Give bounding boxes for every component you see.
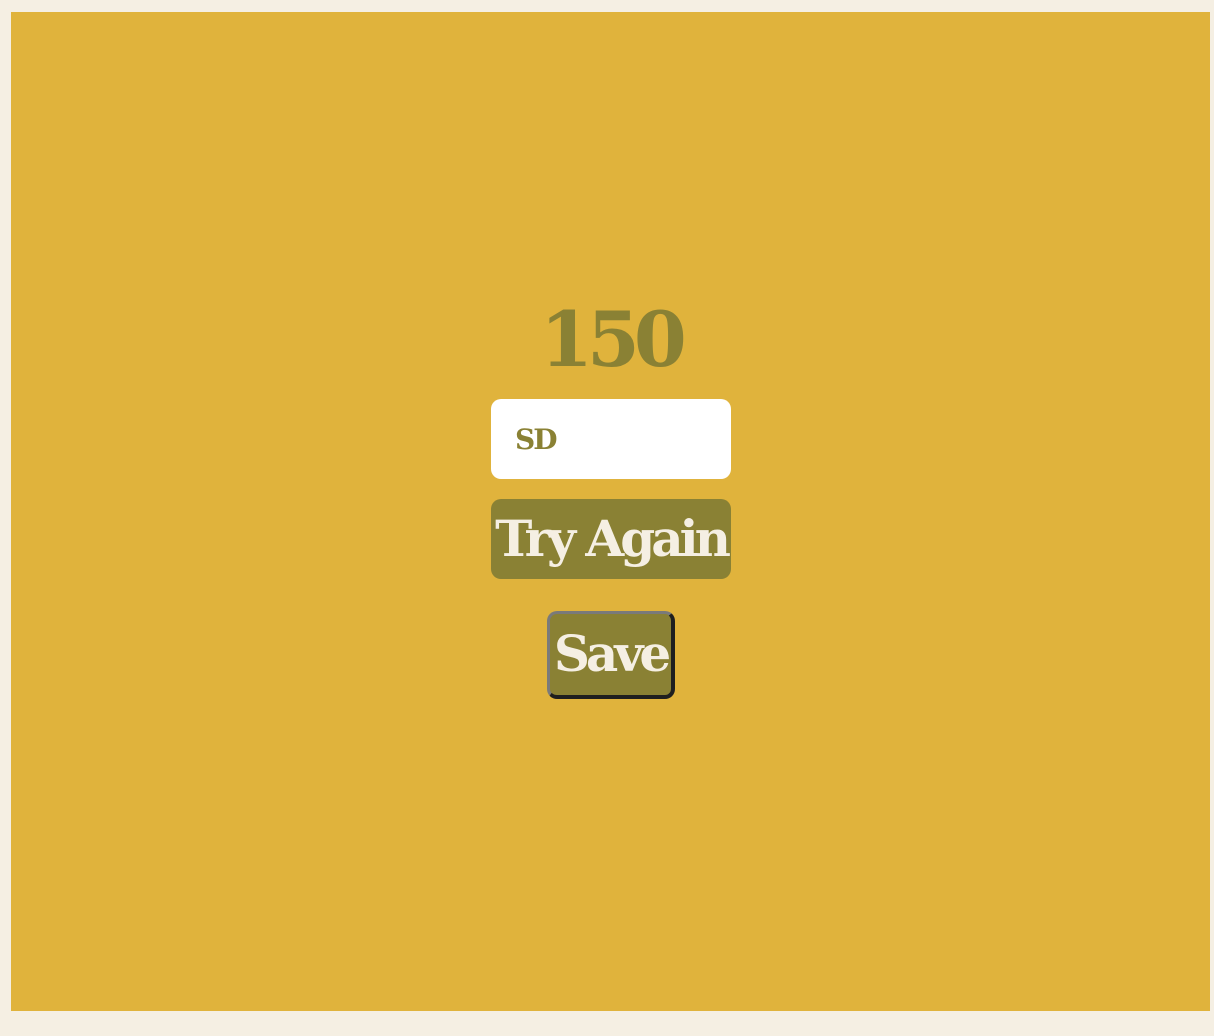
name-input[interactable] [491,399,731,479]
score-display: 150 [540,295,687,384]
save-button[interactable]: Save [547,611,675,699]
try-again-button[interactable]: Try Again [491,499,731,579]
game-over-panel: 150 Try Again Save [11,12,1210,1011]
